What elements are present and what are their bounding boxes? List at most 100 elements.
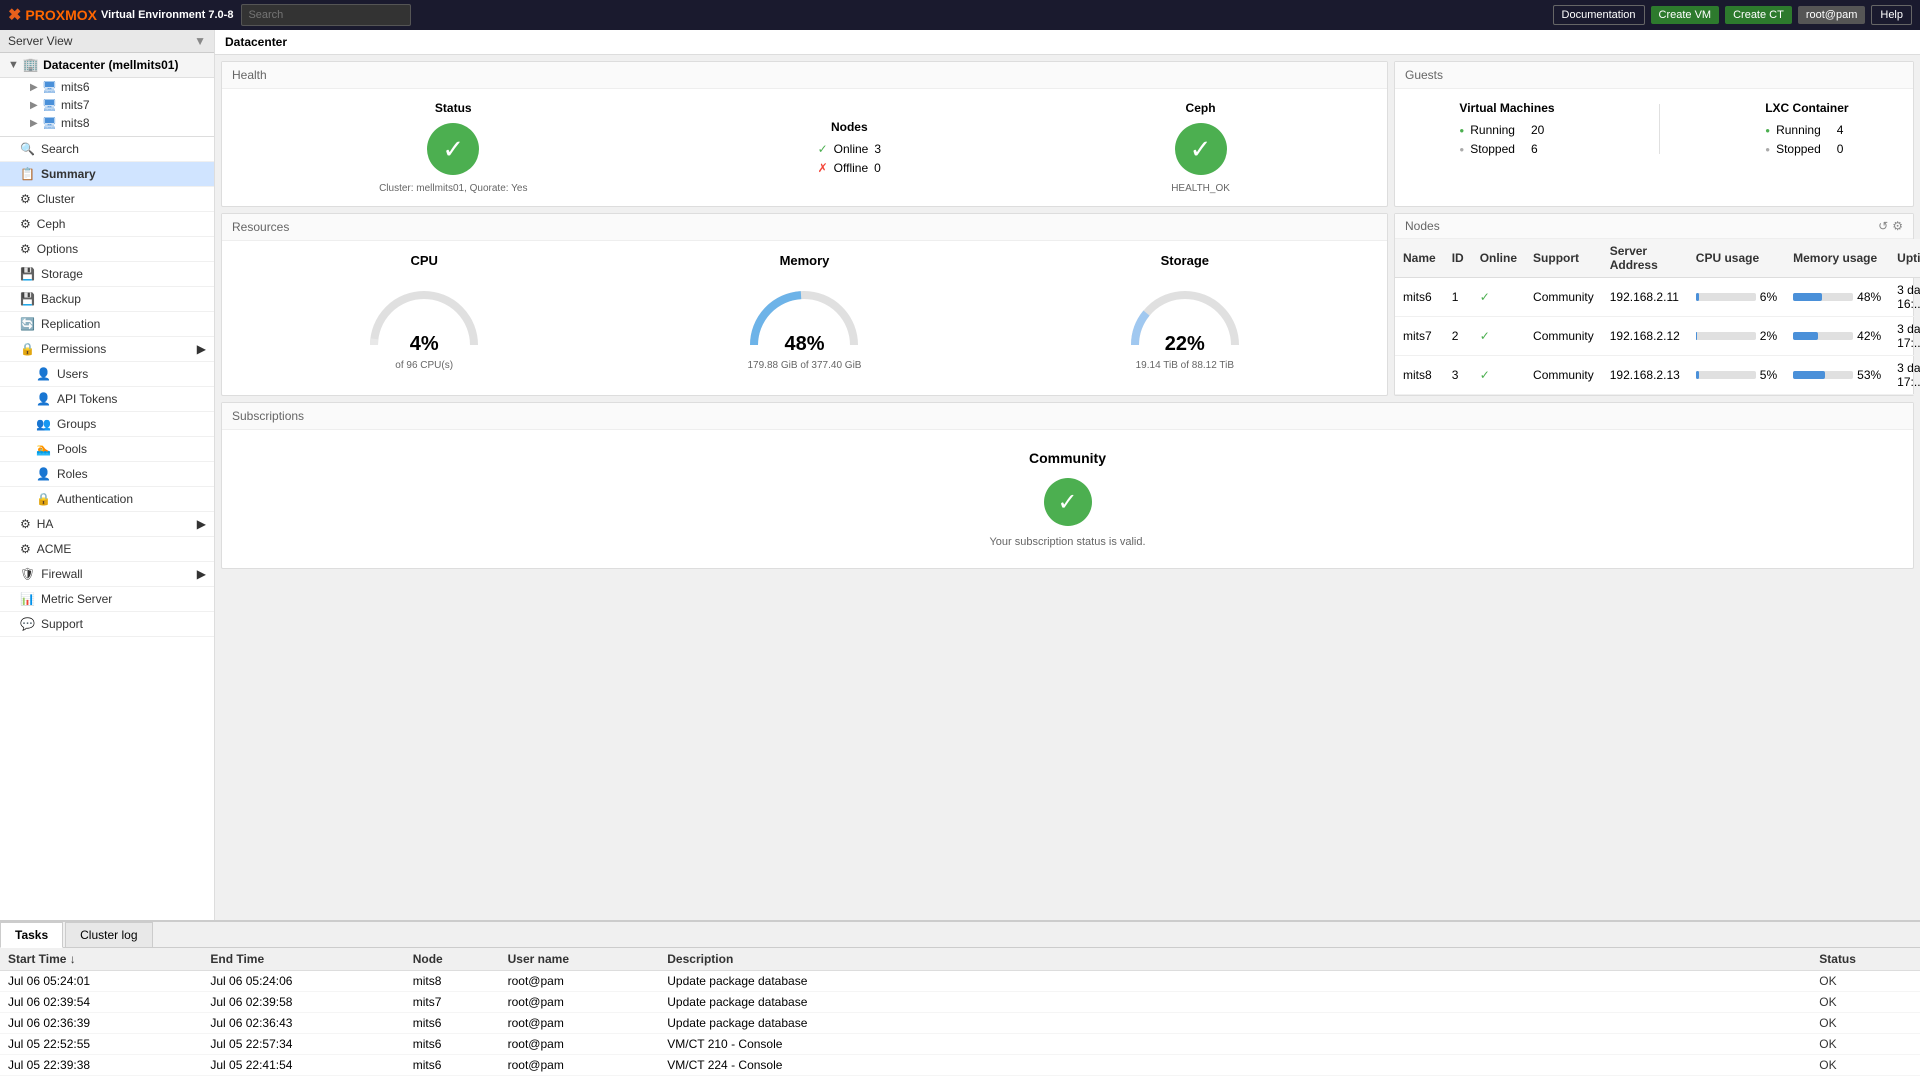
cluster-log-tab[interactable]: Cluster log bbox=[65, 922, 152, 947]
server-view-header: Server View ▼ bbox=[0, 30, 214, 53]
nav-support[interactable]: 💬 Support bbox=[0, 612, 214, 637]
node-id: 1 bbox=[1444, 278, 1472, 317]
task-row[interactable]: Jul 06 02:39:54 Jul 06 02:39:58 mits7 ro… bbox=[0, 992, 1920, 1013]
nav-acme[interactable]: ⚙ ACME bbox=[0, 537, 214, 562]
health-ceph-label: Ceph bbox=[1171, 101, 1230, 115]
nav-metric-server[interactable]: 📊 Metric Server bbox=[0, 587, 214, 612]
subscriptions-panel: Subscriptions Community ✓ Your subscript… bbox=[221, 402, 1914, 569]
node-support: Community bbox=[1525, 317, 1602, 356]
logo-icon: ✖ bbox=[8, 5, 21, 25]
node-support: Community bbox=[1525, 278, 1602, 317]
permissions-inner: 🔒 Permissions bbox=[20, 342, 106, 356]
topbar-right: Documentation Create VM Create CT root@p… bbox=[1553, 5, 1912, 25]
nodes-offline-label: Offline bbox=[834, 161, 868, 175]
nodes-panel-header: Nodes ↺ ⚙ bbox=[1395, 214, 1913, 239]
create-ct-button[interactable]: Create CT bbox=[1725, 6, 1792, 24]
subscriptions-checkmark: ✓ bbox=[1057, 488, 1077, 517]
user-button[interactable]: root@pam bbox=[1798, 6, 1866, 24]
tree-node-mits8[interactable]: ▶ 🖥 mits8 bbox=[0, 114, 214, 132]
task-row[interactable]: Jul 05 22:39:37 Jul 05 22:39:41 mits6 ro… bbox=[0, 1076, 1920, 1079]
lxc-stopped-label: Stopped bbox=[1776, 142, 1821, 156]
backup-nav-icon: 💾 bbox=[20, 292, 35, 306]
nav-users-label: Users bbox=[57, 367, 88, 381]
nav-permissions-label: Permissions bbox=[41, 342, 106, 356]
task-status: OK bbox=[1811, 1013, 1920, 1034]
nav-users[interactable]: 👤 Users bbox=[0, 362, 214, 387]
nav-ceph[interactable]: ⚙ Ceph bbox=[0, 212, 214, 237]
health-status-label: Status bbox=[379, 101, 527, 115]
nav-firewall-label: Firewall bbox=[41, 567, 82, 581]
nav-cluster[interactable]: ⚙ Cluster bbox=[0, 187, 214, 212]
documentation-button[interactable]: Documentation bbox=[1553, 5, 1645, 25]
create-vm-button[interactable]: Create VM bbox=[1651, 6, 1720, 24]
health-check-icon: ✓ bbox=[442, 134, 464, 165]
health-nodes-col: Nodes ✓ Online 3 ✗ Offline bbox=[818, 120, 881, 175]
memory-col: Memory 48% 179.88 GiB of 377.40 GiB bbox=[614, 253, 994, 371]
node-online: ✓ bbox=[1472, 356, 1525, 395]
node-online: ✓ bbox=[1472, 317, 1525, 356]
server-view-toggle[interactable]: ▼ bbox=[194, 34, 206, 48]
task-node: mits6 bbox=[405, 1076, 500, 1079]
task-row[interactable]: Jul 06 02:36:39 Jul 06 02:36:43 mits6 ro… bbox=[0, 1013, 1920, 1034]
nav-authentication[interactable]: 🔒 Authentication bbox=[0, 487, 214, 512]
mits8-label: mits8 bbox=[61, 116, 90, 130]
nav-roles[interactable]: 👤 Roles bbox=[0, 462, 214, 487]
permissions-arrow-icon: ▶ bbox=[197, 342, 206, 356]
nav-ha[interactable]: ⚙ HA ▶ bbox=[0, 512, 214, 537]
nav-summary[interactable]: 📋 Summary bbox=[0, 162, 214, 187]
help-button[interactable]: Help bbox=[1871, 5, 1912, 25]
tree-node-mits7[interactable]: ▶ 🖥 mits7 bbox=[0, 96, 214, 114]
task-row[interactable]: Jul 05 22:39:38 Jul 05 22:41:54 mits6 ro… bbox=[0, 1055, 1920, 1076]
nav-search[interactable]: 🔍 Search bbox=[0, 137, 214, 162]
nodes-panel: Nodes ↺ ⚙ Name ID Online bbox=[1394, 213, 1914, 396]
task-status: OK bbox=[1811, 992, 1920, 1013]
tasks-tab[interactable]: Tasks bbox=[0, 922, 63, 948]
task-row[interactable]: Jul 05 22:52:55 Jul 05 22:57:34 mits6 ro… bbox=[0, 1034, 1920, 1055]
guests-vm-label: Virtual Machines bbox=[1459, 101, 1554, 115]
nav-options[interactable]: ⚙ Options bbox=[0, 237, 214, 262]
cluster-nav-icon: ⚙ bbox=[20, 192, 31, 206]
nav-groups[interactable]: 👥 Groups bbox=[0, 412, 214, 437]
nav-pools-label: Pools bbox=[57, 442, 87, 456]
lxc-running-label: Running bbox=[1776, 123, 1821, 137]
search-nav-icon: 🔍 bbox=[20, 142, 35, 156]
node-address: 192.168.2.13 bbox=[1602, 356, 1688, 395]
health-nodes-label: Nodes bbox=[818, 120, 881, 134]
nav-permissions[interactable]: 🔒 Permissions ▶ bbox=[0, 337, 214, 362]
right-content: Datacenter Health Status ✓ bbox=[215, 30, 1920, 920]
nav-pools[interactable]: 🏊 Pools bbox=[0, 437, 214, 462]
cpu-label: CPU bbox=[234, 253, 614, 268]
ha-inner: ⚙ HA bbox=[20, 517, 53, 531]
breadcrumb: Datacenter bbox=[215, 30, 1920, 55]
storage-label: Storage bbox=[995, 253, 1375, 268]
nodes-config-icon[interactable]: ⚙ bbox=[1892, 219, 1903, 233]
node-memory: 53% bbox=[1785, 356, 1889, 395]
lxc-stopped-row: ● Stopped 0 bbox=[1765, 142, 1848, 156]
nav-replication[interactable]: 🔄 Replication bbox=[0, 312, 214, 337]
search-input[interactable] bbox=[241, 4, 411, 26]
tree-node-mits6[interactable]: ▶ 🖥 mits6 bbox=[0, 78, 214, 96]
groups-nav-icon: 👥 bbox=[36, 417, 51, 431]
nav-storage[interactable]: 💾 Storage bbox=[0, 262, 214, 287]
nodes-refresh-icon[interactable]: ↺ bbox=[1878, 219, 1888, 233]
nodes-offline-count: 0 bbox=[874, 161, 881, 175]
nav-backup[interactable]: 💾 Backup bbox=[0, 287, 214, 312]
nav-firewall[interactable]: 🛡 Firewall ▶ bbox=[0, 562, 214, 587]
task-start: Jul 06 02:39:54 bbox=[0, 992, 202, 1013]
col-memory: Memory usage bbox=[1785, 239, 1889, 278]
task-row[interactable]: Jul 06 05:24:01 Jul 06 05:24:06 mits8 ro… bbox=[0, 971, 1920, 992]
nav-options-label: Options bbox=[37, 242, 78, 256]
table-row[interactable]: mits7 2 ✓ Community 192.168.2.12 2% 42% … bbox=[1395, 317, 1920, 356]
guests-vm-col: Virtual Machines ● Running 20 ● Stopped bbox=[1459, 101, 1554, 156]
nav-api-tokens[interactable]: 👤 API Tokens bbox=[0, 387, 214, 412]
table-row[interactable]: mits6 1 ✓ Community 192.168.2.11 6% 48% … bbox=[1395, 278, 1920, 317]
pools-nav-icon: 🏊 bbox=[36, 442, 51, 456]
task-end: Jul 05 22:41:54 bbox=[202, 1055, 404, 1076]
nodes-tbody: mits6 1 ✓ Community 192.168.2.11 6% 48% … bbox=[1395, 278, 1920, 395]
ceph-check-icon: ✓ bbox=[1190, 134, 1212, 165]
expand-mits7: ▶ bbox=[30, 100, 38, 111]
memory-label: Memory bbox=[614, 253, 994, 268]
datacenter-node[interactable]: ▼ 🏢 Datacenter (mellmits01) bbox=[0, 53, 214, 78]
table-row[interactable]: mits8 3 ✓ Community 192.168.2.13 5% 53% … bbox=[1395, 356, 1920, 395]
task-node: mits6 bbox=[405, 1034, 500, 1055]
